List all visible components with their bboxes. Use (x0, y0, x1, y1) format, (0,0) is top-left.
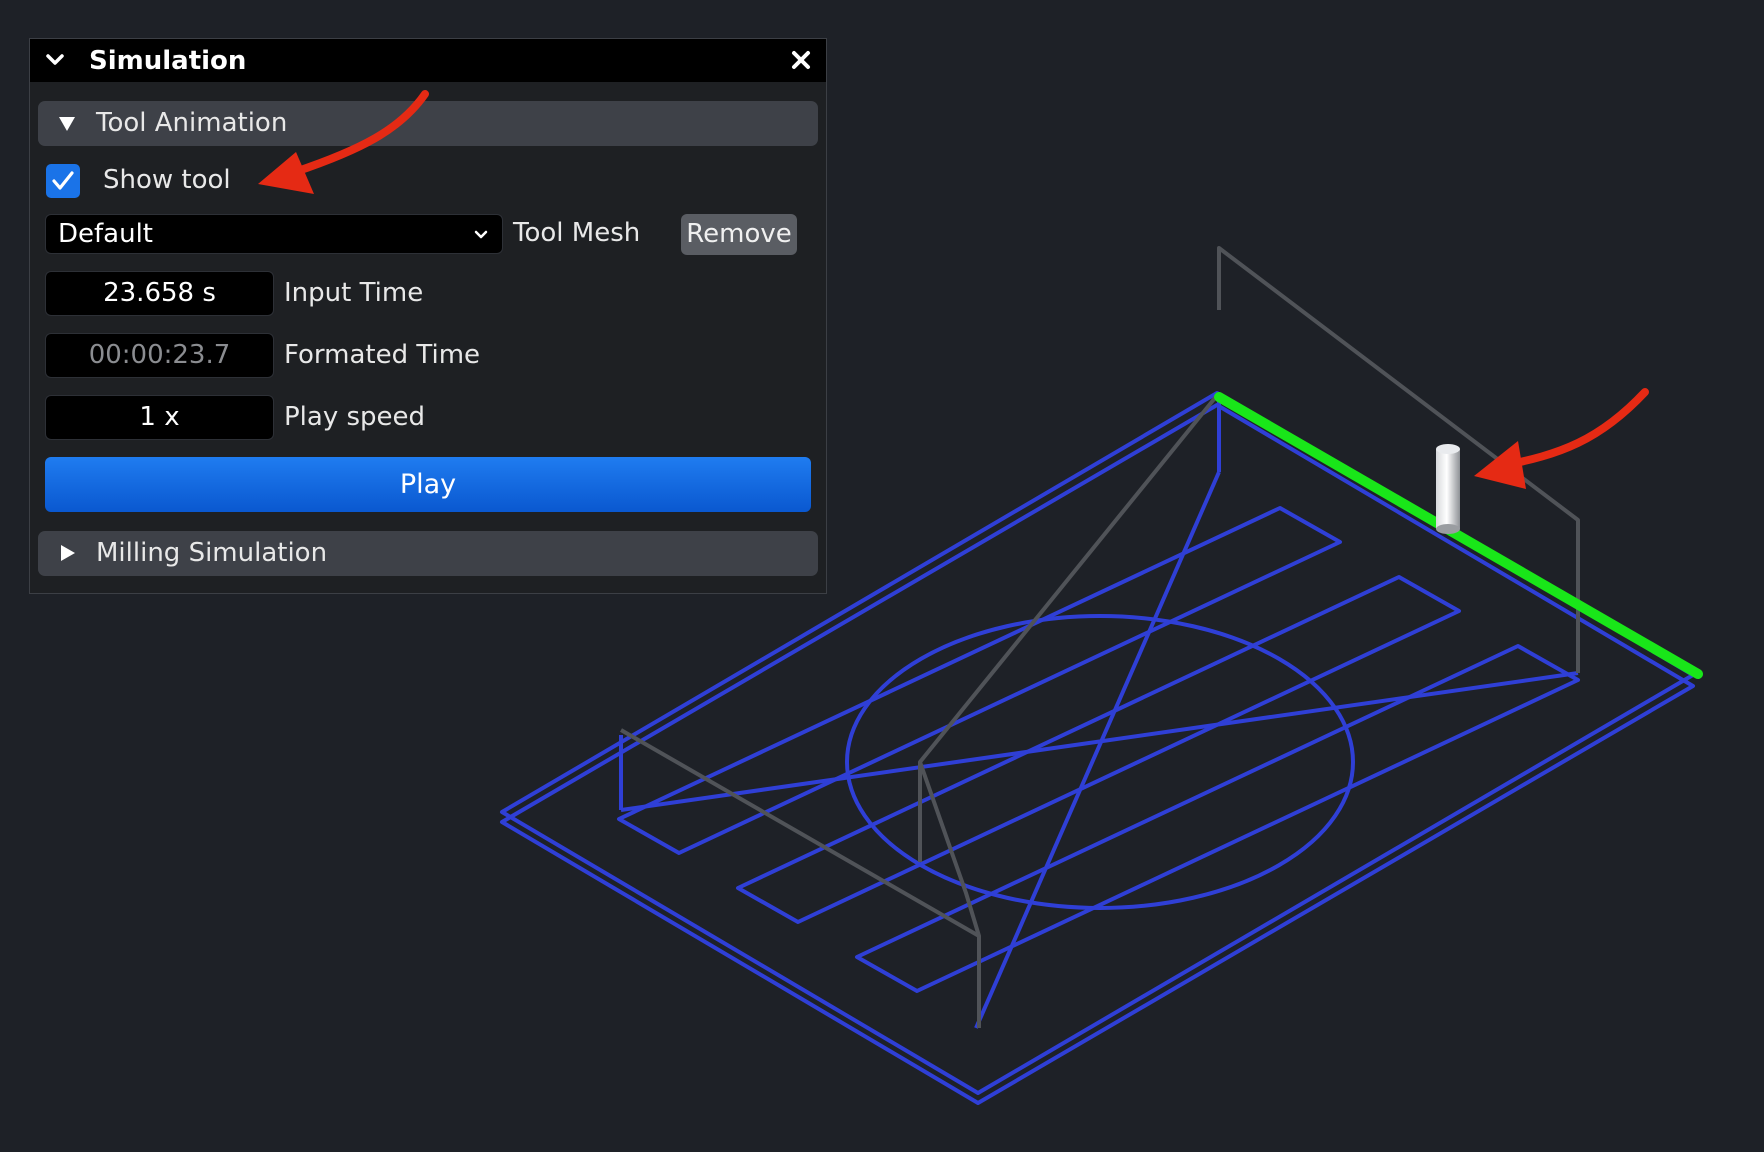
section-milling-simulation[interactable]: Milling Simulation (38, 531, 818, 576)
input-time-field[interactable]: 23.658 s (45, 271, 274, 316)
checkmark-icon (52, 171, 74, 190)
chevron-down-icon (474, 230, 488, 239)
panel-title: Simulation (89, 46, 247, 76)
triangle-down-icon (59, 117, 75, 131)
simulation-panel: Simulation Tool Animation Show tool Defa… (29, 38, 827, 594)
section-milling-simulation-label: Milling Simulation (96, 538, 328, 568)
formatted-time-field: 00:00:23.7 (45, 333, 274, 378)
panel-titlebar: Simulation (30, 39, 826, 82)
triangle-right-icon (61, 545, 75, 561)
current-segment (1214, 392, 1703, 679)
chevron-down-icon[interactable] (42, 47, 68, 73)
play-speed-field[interactable]: 1 x (45, 395, 274, 440)
tool-mesh-value: Default (58, 219, 153, 249)
section-tool-animation-label: Tool Animation (96, 108, 288, 138)
show-tool-label: Show tool (103, 165, 231, 195)
show-tool-checkbox[interactable] (46, 164, 80, 198)
tool-mesh-label: Tool Mesh (513, 218, 641, 248)
formatted-time-label: Formated Time (284, 340, 481, 370)
input-time-label: Input Time (284, 278, 424, 308)
play-speed-label: Play speed (284, 402, 426, 432)
section-tool-animation[interactable]: Tool Animation (38, 101, 818, 146)
tool-mesh-select[interactable]: Default (45, 214, 503, 254)
play-button[interactable]: Play (45, 457, 811, 512)
remove-button[interactable]: Remove (681, 214, 797, 255)
close-icon[interactable] (788, 47, 814, 73)
annotation-arrow-tool (1474, 388, 1649, 489)
tool-mesh (1436, 444, 1460, 534)
